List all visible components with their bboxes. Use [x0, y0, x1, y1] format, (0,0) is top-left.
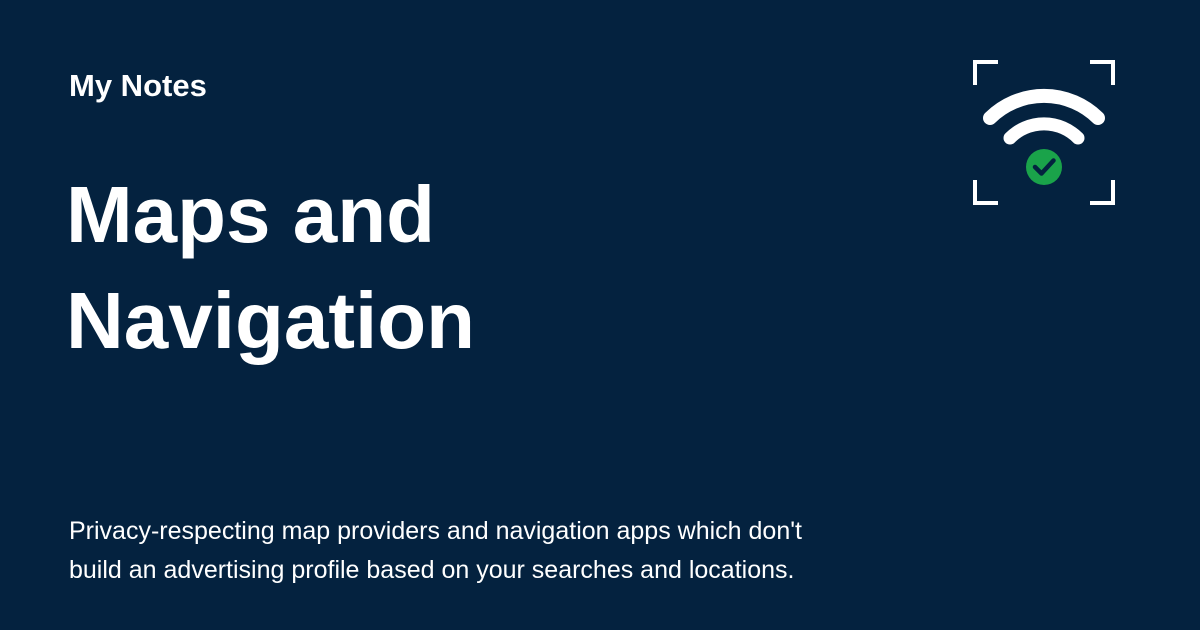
site-name: My Notes	[69, 68, 207, 103]
page-title: Maps and Navigation	[66, 162, 966, 374]
page-title-line-1: Maps and	[66, 170, 435, 259]
description-line-1: Privacy-respecting map providers and nav…	[69, 517, 802, 545]
wifi-arcs	[983, 88, 1105, 145]
description-line-2: build an advertising profile based on yo…	[69, 556, 795, 584]
corner-top-right	[1090, 60, 1115, 85]
page-description: Privacy-respecting map providers and nav…	[69, 512, 969, 590]
corner-bottom-right	[1090, 180, 1115, 205]
wifi-arc-outer	[983, 88, 1105, 125]
page-title-line-2: Navigation	[66, 276, 475, 365]
wifi-arc-inner	[1003, 117, 1085, 145]
social-card: My Notes Maps and Navigation Privacy-res…	[0, 0, 1200, 630]
check-badge	[1026, 149, 1062, 185]
corner-bottom-left	[973, 180, 998, 205]
wifi-check-icon	[973, 60, 1115, 205]
corner-top-left	[973, 60, 998, 85]
